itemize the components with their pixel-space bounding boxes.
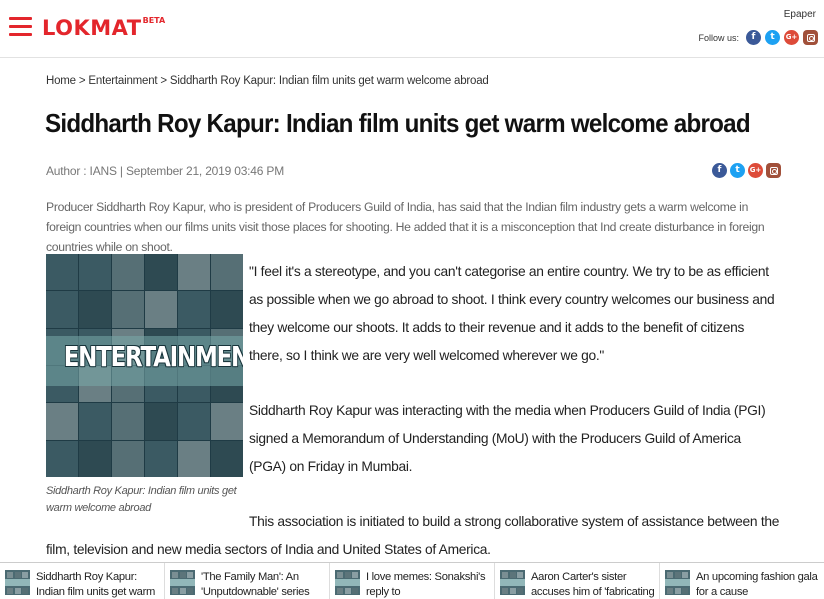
breadcrumb-separator: > [157, 75, 170, 87]
epaper-link[interactable]: Epaper [784, 9, 816, 20]
twitter-icon[interactable]: t [765, 30, 780, 45]
breadcrumb-separator: > [75, 75, 89, 87]
follow-us-label: Follow us: [698, 32, 739, 43]
related-story[interactable]: Aaron Carter's sister accuses him of 'fa… [495, 563, 660, 599]
breadcrumb-entertainment[interactable]: Entertainment [88, 75, 157, 87]
image-entertainment-text: ENTERTAINMENT [63, 340, 243, 373]
related-thumbnail [5, 570, 30, 595]
logo-text: LOKMAT [42, 16, 142, 40]
beta-badge: BETA [142, 16, 166, 25]
site-logo[interactable]: LOKMATBETA [42, 16, 165, 40]
article-meta: Author : IANS | September 21, 2019 03:46… [46, 164, 284, 178]
google-plus-icon[interactable]: G+ [784, 30, 799, 45]
related-story-title: Siddharth Roy Kapur: Indian film units g… [36, 571, 156, 598]
share-google-plus-icon[interactable]: G+ [748, 163, 763, 178]
related-story-title: I love memes: Sonakshi's reply to #YoSon… [366, 571, 486, 598]
related-thumbnail [335, 570, 360, 595]
share-facebook-icon[interactable]: f [712, 163, 727, 178]
breadcrumb-current: Siddharth Roy Kapur: Indian film units g… [169, 75, 489, 87]
article-body: "I feel it's a stereotype, and you can't… [249, 258, 779, 508]
related-story-title: An upcoming fashion gala for a cause [696, 571, 818, 598]
site-header: LOKMATBETA Epaper Follow us: f t G+ [0, 0, 824, 58]
article-paragraph-1: "I feel it's a stereotype, and you can't… [249, 264, 775, 363]
related-thumbnail [500, 570, 525, 595]
follow-us: Follow us: f t G+ [698, 30, 818, 45]
related-story[interactable]: I love memes: Sonakshi's reply to #YoSon… [330, 563, 495, 599]
related-story-title: 'The Family Man': An 'Unputdownable' ser… [201, 571, 310, 598]
article-paragraph-3-wrap: This association is initiated to build a… [46, 508, 786, 564]
related-story-title: Aaron Carter's sister accuses him of 'fa… [531, 571, 655, 598]
article-paragraph-3: This association is initiated to build a… [46, 514, 780, 557]
related-thumbnail [170, 570, 195, 595]
share-instagram-icon[interactable] [766, 163, 781, 178]
facebook-icon[interactable]: f [746, 30, 761, 45]
related-story[interactable]: An upcoming fashion gala for a cause [660, 563, 824, 599]
breadcrumb-home[interactable]: Home [46, 75, 76, 87]
article-image: ENTERTAINMENT [46, 254, 243, 477]
related-story[interactable]: Siddharth Roy Kapur: Indian film units g… [0, 563, 165, 599]
breadcrumb: Home > Entertainment > Siddharth Roy Kap… [46, 75, 489, 87]
menu-icon[interactable] [9, 17, 32, 37]
instagram-icon[interactable] [803, 30, 818, 45]
article-title: Siddharth Roy Kapur: Indian film units g… [45, 108, 751, 138]
article-summary: Producer Siddharth Roy Kapur, who is pre… [46, 200, 765, 254]
related-stories-bar: Siddharth Roy Kapur: Indian film units g… [0, 562, 824, 599]
related-story[interactable]: 'The Family Man': An 'Unputdownable' ser… [165, 563, 330, 599]
article-paragraph-2: Siddharth Roy Kapur was interacting with… [249, 403, 766, 474]
share-buttons: f t G+ [712, 163, 781, 178]
share-twitter-icon[interactable]: t [730, 163, 745, 178]
related-thumbnail [665, 570, 690, 595]
